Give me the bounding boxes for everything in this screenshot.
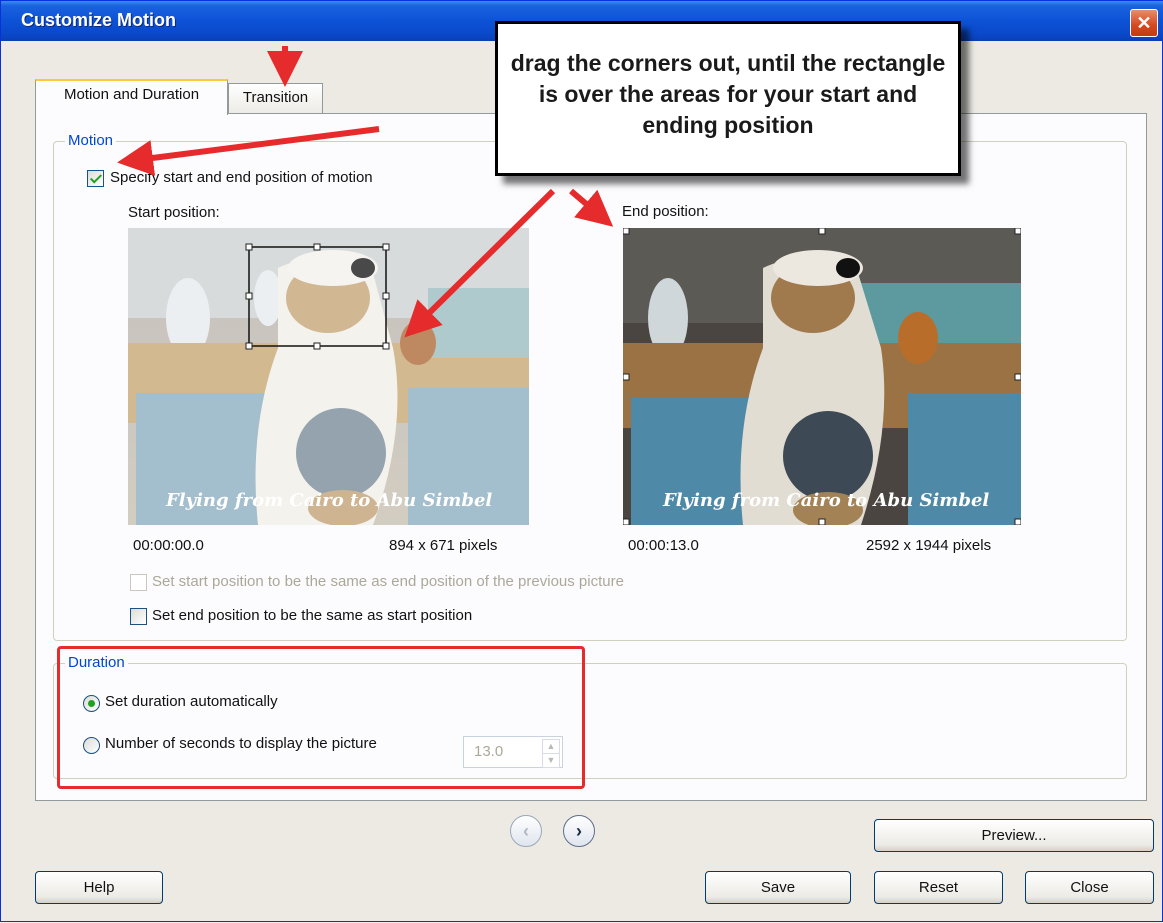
motion-group-legend: Motion xyxy=(65,132,117,149)
end-selection-handle xyxy=(1014,518,1021,525)
end-position-image[interactable]: Flying from Cairo to Abu Simbel xyxy=(623,228,1021,525)
specify-motion-checkbox[interactable] xyxy=(87,170,104,187)
same-as-start-label: Set end position to be the same as start… xyxy=(152,607,473,624)
end-time: 00:00:13.0 xyxy=(628,537,699,554)
previous-picture-button[interactable]: ‹ xyxy=(510,815,542,847)
end-selection-handle xyxy=(623,373,630,381)
save-button[interactable]: Save xyxy=(705,871,851,904)
start-selection-handle xyxy=(382,342,390,350)
start-selection-handle xyxy=(313,342,321,350)
reset-button[interactable]: Reset xyxy=(874,871,1003,904)
next-picture-button[interactable]: › xyxy=(563,815,595,847)
start-selection-handle xyxy=(382,243,390,251)
end-selection-handle xyxy=(818,518,826,525)
end-selection-handle xyxy=(623,518,630,525)
tab-motion-and-duration[interactable]: Motion and Duration xyxy=(35,79,228,115)
window-title: Customize Motion xyxy=(21,10,176,30)
same-as-previous-checkbox[interactable] xyxy=(130,574,147,591)
annotation-callout: drag the corners out, until the rectangl… xyxy=(495,21,961,176)
annotation-callout-text: drag the corners out, until the rectangl… xyxy=(510,50,946,138)
end-photo: Flying from Cairo to Abu Simbel xyxy=(623,228,1021,525)
end-selection-handle xyxy=(818,228,826,235)
start-position-label: Start position: xyxy=(128,204,220,221)
end-selection-handle xyxy=(623,228,630,235)
window-close-button[interactable]: ✕ xyxy=(1130,9,1158,37)
specify-motion-label: Specify start and end position of motion xyxy=(110,169,373,186)
start-selection-handle xyxy=(382,292,390,300)
end-selection-handle xyxy=(1014,373,1021,381)
same-as-start-checkbox[interactable] xyxy=(130,608,147,625)
start-photo: Flying from Cairo to Abu Simbel xyxy=(128,228,529,525)
end-selection-handle xyxy=(1014,228,1021,235)
preview-button[interactable]: Preview... xyxy=(874,819,1154,852)
end-photo-caption: Flying from Cairo to Abu Simbel xyxy=(662,490,989,511)
tab-transition[interactable]: Transition xyxy=(228,83,323,113)
start-selection-handle xyxy=(245,292,253,300)
start-size: 894 x 671 pixels xyxy=(389,537,498,554)
start-selection-handle xyxy=(313,243,321,251)
close-button[interactable]: Close xyxy=(1025,871,1154,904)
same-as-previous-label: Set start position to be the same as end… xyxy=(152,573,624,590)
annotation-duration-highlight xyxy=(57,646,585,789)
start-selection-handle xyxy=(245,243,253,251)
start-position-image[interactable]: Flying from Cairo to Abu Simbel xyxy=(128,228,529,525)
start-time: 00:00:00.0 xyxy=(133,537,204,554)
help-button[interactable]: Help xyxy=(35,871,163,904)
end-position-label: End position: xyxy=(622,203,709,220)
start-selection-handle xyxy=(245,342,253,350)
customize-motion-dialog: Customize Motion ✕ Motion and Duration T… xyxy=(0,0,1163,922)
end-size: 2592 x 1944 pixels xyxy=(866,537,992,554)
